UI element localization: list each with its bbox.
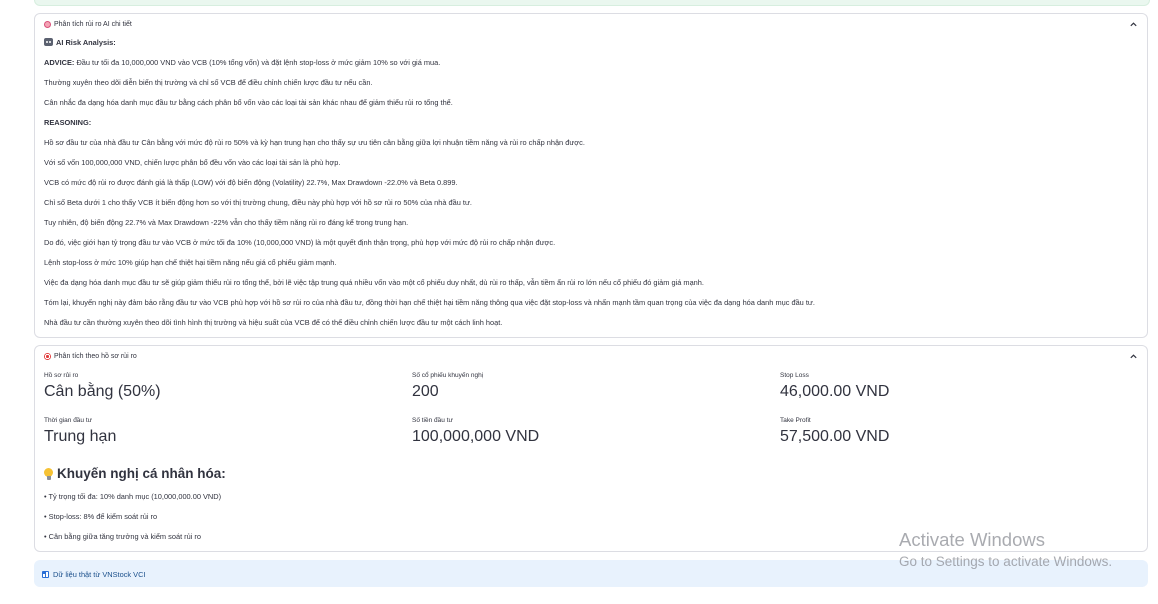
expander-title-text: Phân tích theo hồ sơ rủi ro: [54, 353, 137, 360]
reasoning-line: Tuy nhiên, độ biến động 22.7% và Max Dra…: [44, 218, 409, 227]
ai-risk-analysis-expander: Phân tích rủi ro AI chi tiết AI Risk Ana…: [34, 13, 1148, 338]
brain-icon: [44, 21, 51, 28]
reasoning-line: VCB có mức độ rủi ro được đánh giá là th…: [44, 178, 458, 187]
metric-label: Số cổ phiếu khuyến nghị: [412, 372, 484, 379]
advice-text: Đầu tư tối đa 10,000,000 VND vào VCB (10…: [74, 58, 441, 67]
advice-paragraph: ADVICE: Đầu tư tối đa 10,000,000 VND vào…: [44, 58, 440, 68]
windows-watermark-title: Activate Windows: [899, 529, 1045, 550]
metric-value: 200: [412, 383, 439, 400]
metric-take-profit: Take Profit 57,500.00 VND: [780, 417, 889, 446]
analysis-heading: AI Risk Analysis:: [56, 38, 116, 47]
reasoning-line: Hồ sơ đầu tư của nhà đầu tư Cân bằng với…: [44, 138, 585, 147]
advice-line: Cân nhắc đa dạng hóa danh mục đầu tư bằn…: [44, 98, 453, 107]
recommendation-item: • Stop-loss: 8% để kiểm soát rủi ro: [44, 512, 158, 521]
chevron-up-icon[interactable]: [1129, 352, 1138, 361]
reasoning-line: Việc đa dạng hóa danh mục đầu tư sẽ giúp…: [44, 278, 704, 287]
metric-value: Cân bằng (50%): [44, 383, 161, 400]
expander-title: Phân tích theo hồ sơ rủi ro: [44, 353, 137, 360]
metric-value: 100,000,000 VND: [412, 428, 540, 445]
data-source-note: Dữ liệu thật từ VNStock VCI: [42, 570, 145, 579]
reasoning-line: Do đó, việc giới hạn tỷ trọng đầu tư vào…: [44, 238, 556, 247]
recommendation-item: • Tỷ trọng tối đa: 10% danh mục (10,000,…: [44, 492, 222, 501]
recommendation-heading: Khuyến nghị cá nhân hóa:: [44, 466, 226, 481]
chevron-up-icon[interactable]: [1129, 20, 1138, 29]
metric-investment-period: Thời gian đầu tư Trung hạn: [44, 417, 116, 446]
metric-label: Stop Loss: [780, 372, 809, 379]
metric-label: Take Profit: [780, 417, 811, 424]
expander-title: Phân tích rủi ro AI chi tiết: [44, 21, 132, 28]
success-message-strip: [34, 0, 1150, 6]
metric-label: Số tiền đầu tư: [412, 417, 453, 424]
expander-header-ai-analysis[interactable]: Phân tích rủi ro AI chi tiết: [35, 14, 1147, 36]
advice-line: Thường xuyên theo dõi diễn biến thị trườ…: [44, 78, 373, 87]
risk-profile-expander: Phân tích theo hồ sơ rủi ro Hồ sơ rủi ro…: [34, 345, 1148, 552]
metric-investment-amount: Số tiền đầu tư 100,000,000 VND: [412, 417, 539, 446]
reasoning-line: Chỉ số Beta dưới 1 cho thấy VCB ít biến …: [44, 198, 472, 207]
reasoning-label: REASONING:: [44, 118, 92, 127]
target-icon: [44, 353, 51, 360]
expander-header-risk-profile[interactable]: Phân tích theo hồ sơ rủi ro: [35, 346, 1147, 368]
lightbulb-icon: [44, 467, 53, 480]
reasoning-line: Lệnh stop-loss ở mức 10% giúp hạn chế th…: [44, 258, 337, 267]
metric-label: Thời gian đầu tư: [44, 417, 93, 424]
expander-title-text: Phân tích rủi ro AI chi tiết: [54, 21, 132, 28]
reasoning-line: Nhà đầu tư cần thường xuyên theo dõi tìn…: [44, 318, 503, 327]
reasoning-line: Với số vốn 100,000,000 VND, chiến lược p…: [44, 158, 341, 167]
robot-icon: [44, 38, 53, 46]
metric-value: 46,000.00 VND: [780, 383, 890, 400]
windows-watermark-subtitle: Go to Settings to activate Windows.: [899, 554, 1113, 569]
metric-recommended-shares: Số cổ phiếu khuyến nghị 200: [412, 372, 483, 401]
metric-value: Trung hạn: [44, 428, 117, 445]
metric-label: Hồ sơ rủi ro: [44, 372, 79, 379]
reasoning-line: Tóm lại, khuyến nghị này đảm bảo rằng đầ…: [44, 298, 815, 307]
data-source-text: Dữ liệu thật từ VNStock VCI: [53, 570, 146, 579]
advice-label: ADVICE:: [44, 58, 75, 67]
bar-chart-icon: [42, 571, 49, 578]
metric-value: 57,500.00 VND: [780, 428, 890, 445]
metric-stop-loss: Stop Loss 46,000.00 VND: [780, 372, 889, 401]
recommendation-item: • Cân bằng giữa tăng trưởng và kiểm soát…: [44, 532, 202, 541]
metric-risk-profile: Hồ sơ rủi ro Cân bằng (50%): [44, 372, 161, 401]
recommendation-heading-text: Khuyến nghị cá nhân hóa:: [57, 466, 226, 481]
